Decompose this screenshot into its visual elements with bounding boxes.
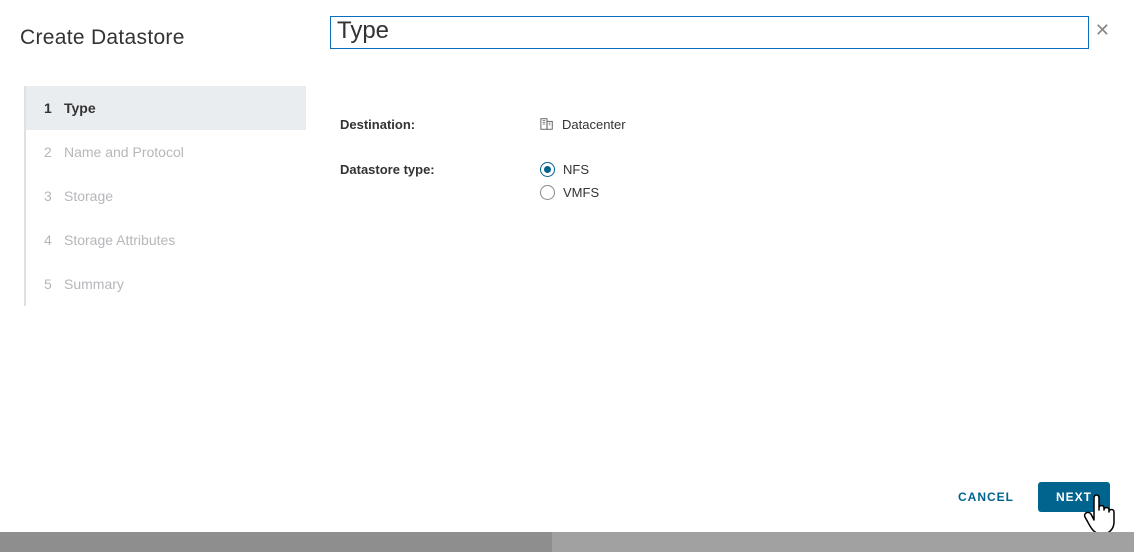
radio-nfs[interactable]: NFS: [540, 162, 1110, 177]
radio-label: VMFS: [563, 185, 599, 200]
step-name-protocol[interactable]: 2 Name and Protocol: [26, 130, 306, 174]
wizard-title: Create Datastore: [20, 26, 306, 50]
step-number: 5: [44, 276, 64, 292]
wizard-steps: 1 Type 2 Name and Protocol 3 Storage 4 S…: [24, 86, 306, 306]
datastore-type-label: Datastore type:: [340, 162, 540, 200]
destination-text: Datacenter: [562, 117, 626, 132]
bottom-bar: [0, 532, 1134, 552]
step-label: Type: [64, 100, 306, 116]
step-label: Storage: [64, 188, 306, 204]
step-number: 3: [44, 188, 64, 204]
radio-icon: [540, 162, 555, 177]
cancel-button[interactable]: CANCEL: [954, 482, 1018, 512]
wizard-dialog: Create Datastore 1 Type 2 Name and Proto…: [0, 0, 1134, 532]
radio-vmfs[interactable]: VMFS: [540, 185, 1110, 200]
step-label: Storage Attributes: [64, 232, 306, 248]
step-storage[interactable]: 3 Storage: [26, 174, 306, 218]
step-number: 2: [44, 144, 64, 160]
step-label: Summary: [64, 276, 306, 292]
datastore-type-options: NFS VMFS: [540, 162, 1110, 200]
destination-value: Datacenter: [540, 117, 1110, 132]
radio-icon: [540, 185, 555, 200]
step-type[interactable]: 1 Type: [26, 86, 306, 130]
radio-label: NFS: [563, 162, 589, 177]
step-summary[interactable]: 5 Summary: [26, 262, 306, 306]
destination-label: Destination:: [340, 117, 540, 132]
step-number: 1: [44, 100, 64, 116]
datacenter-icon: [540, 117, 554, 131]
next-button[interactable]: NEXT: [1038, 482, 1110, 512]
datastore-type-row: Datastore type: NFS VMFS: [340, 162, 1110, 200]
step-number: 4: [44, 232, 64, 248]
wizard-main: Type ✕ Destination: Datacenter: [306, 0, 1134, 532]
step-label: Name and Protocol: [64, 144, 306, 160]
step-title: Type: [330, 16, 1089, 49]
wizard-sidebar: Create Datastore 1 Type 2 Name and Proto…: [0, 0, 306, 532]
main-header: Type ✕: [330, 16, 1110, 49]
destination-row: Destination: Datacenter: [340, 117, 1110, 132]
form-area: Destination: Datacenter Datastore ty: [330, 49, 1110, 200]
step-storage-attributes[interactable]: 4 Storage Attributes: [26, 218, 306, 262]
close-icon[interactable]: ✕: [1089, 16, 1110, 41]
wizard-footer: CANCEL NEXT: [954, 482, 1110, 512]
